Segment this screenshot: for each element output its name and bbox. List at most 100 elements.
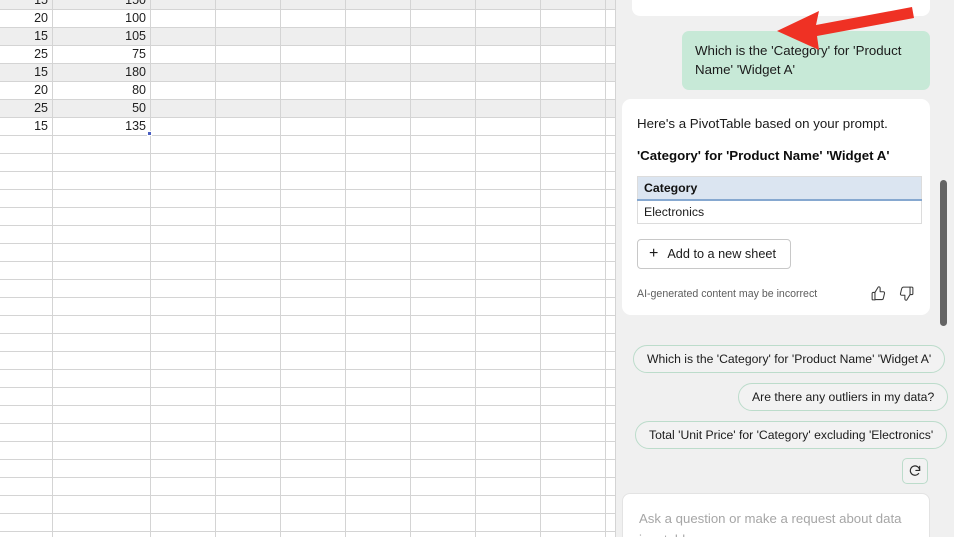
grid-cell[interactable] bbox=[346, 172, 411, 189]
grid-cell[interactable] bbox=[541, 136, 606, 153]
grid-row[interactable] bbox=[0, 442, 616, 460]
grid-cell[interactable] bbox=[346, 136, 411, 153]
grid-cell[interactable] bbox=[216, 208, 281, 225]
grid-cell[interactable] bbox=[0, 496, 53, 513]
grid-row[interactable] bbox=[0, 208, 616, 226]
grid-cell[interactable] bbox=[346, 316, 411, 333]
grid-cell[interactable] bbox=[541, 226, 606, 243]
grid-cell[interactable] bbox=[346, 226, 411, 243]
grid-cell[interactable] bbox=[346, 424, 411, 441]
grid-cell[interactable] bbox=[281, 244, 346, 261]
grid-cell[interactable] bbox=[606, 370, 616, 387]
grid-cell[interactable] bbox=[151, 478, 216, 495]
grid-cell[interactable] bbox=[216, 334, 281, 351]
grid-cell[interactable] bbox=[281, 334, 346, 351]
grid-cell[interactable] bbox=[411, 298, 476, 315]
chat-input-box[interactable]: Ask a question or make a request about d… bbox=[622, 493, 930, 537]
grid-cell[interactable] bbox=[411, 280, 476, 297]
grid-cell[interactable] bbox=[346, 10, 411, 27]
grid-cell[interactable] bbox=[216, 136, 281, 153]
grid-cell[interactable] bbox=[151, 424, 216, 441]
grid-cell[interactable] bbox=[281, 406, 346, 423]
grid-cell[interactable] bbox=[151, 352, 216, 369]
grid-cell[interactable] bbox=[216, 478, 281, 495]
grid-cell[interactable] bbox=[151, 10, 216, 27]
grid-row[interactable] bbox=[0, 334, 616, 352]
grid-cell[interactable] bbox=[541, 82, 606, 99]
grid-cell[interactable] bbox=[281, 118, 346, 135]
grid-cell[interactable] bbox=[53, 280, 151, 297]
grid-cell[interactable] bbox=[151, 280, 216, 297]
grid-cell[interactable] bbox=[476, 406, 541, 423]
grid-cell[interactable] bbox=[606, 424, 616, 441]
grid-cell[interactable] bbox=[541, 262, 606, 279]
grid-cell[interactable] bbox=[216, 388, 281, 405]
grid-cell[interactable] bbox=[0, 190, 53, 207]
grid-cell[interactable]: 25 bbox=[0, 100, 53, 117]
grid-cell[interactable] bbox=[281, 442, 346, 459]
grid-cell[interactable] bbox=[476, 514, 541, 531]
grid-cell[interactable] bbox=[151, 64, 216, 81]
grid-cell[interactable] bbox=[606, 46, 616, 63]
grid-cell[interactable] bbox=[346, 154, 411, 171]
grid-cell[interactable] bbox=[216, 10, 281, 27]
grid-cell[interactable] bbox=[346, 370, 411, 387]
grid-cell[interactable] bbox=[476, 388, 541, 405]
grid-cell[interactable] bbox=[151, 46, 216, 63]
grid-row[interactable]: 20 80 bbox=[0, 82, 616, 100]
grid-cell[interactable] bbox=[476, 0, 541, 9]
chat-scrollbar[interactable] bbox=[938, 0, 950, 537]
grid-cell[interactable] bbox=[151, 388, 216, 405]
grid-cell[interactable] bbox=[0, 424, 53, 441]
spreadsheet-grid[interactable]: 15 150 20 100 15 105 25 75 15 180 20 80 25 50 15 135 bbox=[0, 0, 616, 537]
grid-cell[interactable] bbox=[476, 190, 541, 207]
grid-cell[interactable] bbox=[281, 100, 346, 117]
grid-cell[interactable]: 15 bbox=[0, 0, 53, 9]
grid-cell[interactable] bbox=[53, 316, 151, 333]
grid-cell[interactable] bbox=[0, 280, 53, 297]
grid-cell[interactable] bbox=[346, 406, 411, 423]
grid-cell[interactable] bbox=[151, 316, 216, 333]
grid-cell[interactable] bbox=[0, 334, 53, 351]
grid-cell[interactable] bbox=[476, 64, 541, 81]
grid-cell[interactable] bbox=[53, 136, 151, 153]
grid-cell[interactable] bbox=[151, 262, 216, 279]
grid-cell[interactable] bbox=[541, 424, 606, 441]
grid-row[interactable] bbox=[0, 172, 616, 190]
grid-cell[interactable] bbox=[0, 442, 53, 459]
grid-cell[interactable] bbox=[606, 262, 616, 279]
grid-cell[interactable] bbox=[541, 478, 606, 495]
grid-cell[interactable] bbox=[53, 208, 151, 225]
grid-cell[interactable] bbox=[0, 388, 53, 405]
grid-cell[interactable] bbox=[216, 352, 281, 369]
grid-row[interactable] bbox=[0, 478, 616, 496]
grid-cell[interactable] bbox=[476, 244, 541, 261]
grid-cell[interactable] bbox=[541, 100, 606, 117]
grid-cell[interactable] bbox=[541, 0, 606, 9]
grid-cell[interactable] bbox=[541, 298, 606, 315]
grid-cell[interactable] bbox=[281, 0, 346, 9]
grid-cell[interactable] bbox=[606, 136, 616, 153]
grid-cell[interactable] bbox=[411, 226, 476, 243]
grid-cell[interactable]: 75 bbox=[53, 46, 151, 63]
grid-cell[interactable] bbox=[411, 334, 476, 351]
grid-cell[interactable] bbox=[151, 28, 216, 45]
grid-cell[interactable]: 80 bbox=[53, 82, 151, 99]
grid-cell[interactable] bbox=[216, 100, 281, 117]
grid-cell[interactable] bbox=[216, 460, 281, 477]
grid-row[interactable]: 15 105 bbox=[0, 28, 616, 46]
grid-cell[interactable]: 20 bbox=[0, 10, 53, 27]
grid-cell[interactable] bbox=[411, 532, 476, 537]
grid-cell[interactable] bbox=[216, 280, 281, 297]
grid-cell[interactable] bbox=[281, 226, 346, 243]
grid-cell[interactable] bbox=[541, 154, 606, 171]
grid-cell[interactable] bbox=[606, 478, 616, 495]
grid-cell[interactable] bbox=[541, 334, 606, 351]
grid-cell[interactable] bbox=[281, 514, 346, 531]
grid-cell[interactable] bbox=[476, 352, 541, 369]
grid-cell[interactable] bbox=[151, 208, 216, 225]
grid-cell[interactable]: 135 bbox=[53, 118, 151, 135]
grid-row[interactable] bbox=[0, 370, 616, 388]
grid-cell[interactable] bbox=[476, 280, 541, 297]
grid-cell[interactable] bbox=[0, 154, 53, 171]
